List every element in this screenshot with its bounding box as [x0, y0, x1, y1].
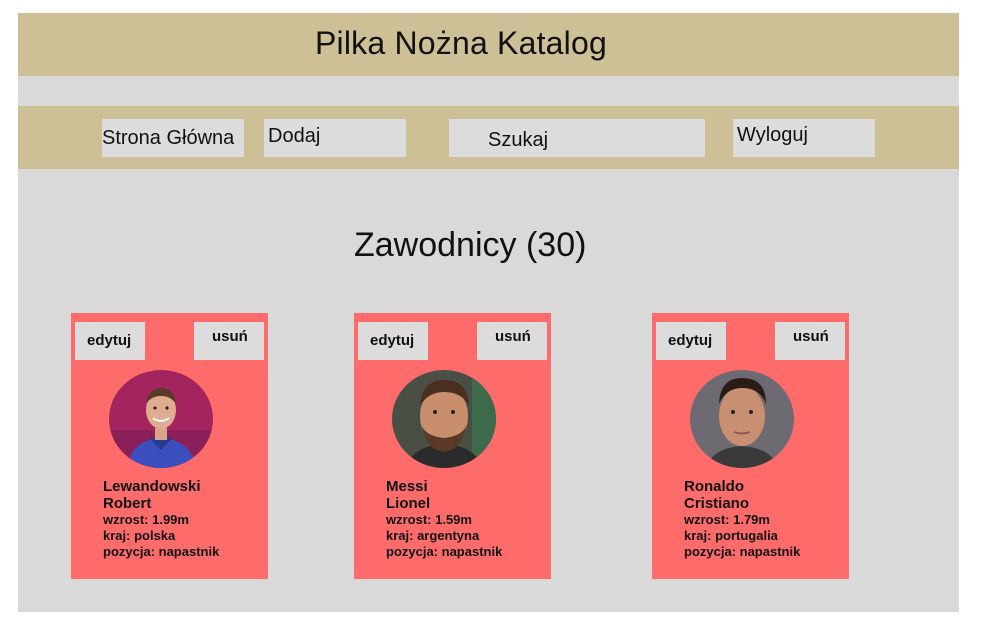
delete-button[interactable]: usuń: [194, 322, 264, 360]
player-photo: [690, 370, 794, 468]
player-height: wzrost: 1.59m: [386, 512, 472, 527]
player-country: kraj: portugalia: [684, 528, 778, 543]
player-firstname: Lionel: [386, 495, 431, 512]
nav-home-button[interactable]: Strona Główna: [102, 119, 244, 157]
player-info: Ronaldo Cristiano wzrost: 1.79m kraj: po…: [684, 478, 800, 560]
player-photo: [392, 370, 496, 468]
delete-button[interactable]: usuń: [477, 322, 547, 360]
player-height: wzrost: 1.99m: [103, 512, 189, 527]
players-count-heading: Zawodnicy (30): [354, 226, 587, 264]
page-title: Pilka Nożna Katalog: [315, 25, 607, 61]
player-firstname: Robert: [103, 495, 152, 512]
player-info: Messi Lionel wzrost: 1.59m kraj: argenty…: [386, 478, 502, 560]
delete-button[interactable]: usuń: [775, 322, 845, 360]
player-surname: Ronaldo: [684, 478, 744, 495]
player-surname: Lewandowski: [103, 478, 201, 495]
app-frame: Pilka Nożna Katalog Strona Główna Dodaj …: [18, 13, 959, 612]
player-position: pozycja: napastnik: [386, 544, 503, 559]
player-card-ronaldo: edytuj usuń Ronaldo Cristiano wzrost: 1.…: [652, 313, 849, 579]
player-height: wzrost: 1.79m: [684, 512, 770, 527]
nav-search-button[interactable]: Szukaj: [449, 119, 705, 157]
edit-button[interactable]: edytuj: [358, 322, 428, 360]
player-card-messi: edytuj usuń Messi Lionel wzrost: 1.59m k…: [354, 313, 551, 579]
player-surname: Messi: [386, 478, 428, 495]
player-info: Lewandowski Robert wzrost: 1.99m kraj: p…: [103, 478, 219, 560]
player-country: kraj: polska: [103, 528, 176, 543]
edit-button[interactable]: edytuj: [75, 322, 145, 360]
player-position: pozycja: napastnik: [684, 544, 801, 559]
header-bar: Pilka Nożna Katalog: [18, 13, 959, 76]
player-firstname: Cristiano: [684, 495, 750, 512]
player-photo: [109, 370, 213, 468]
player-card-lewandowski: edytuj usuń Lewandowski Robert wzrost: 1…: [71, 313, 268, 579]
nav-bar: Strona Główna Dodaj Szukaj Wyloguj: [18, 106, 959, 169]
edit-button[interactable]: edytuj: [656, 322, 726, 360]
nav-add-button[interactable]: Dodaj: [264, 119, 406, 157]
player-country: kraj: argentyna: [386, 528, 480, 543]
nav-logout-button[interactable]: Wyloguj: [733, 119, 875, 157]
player-position: pozycja: napastnik: [103, 544, 220, 559]
